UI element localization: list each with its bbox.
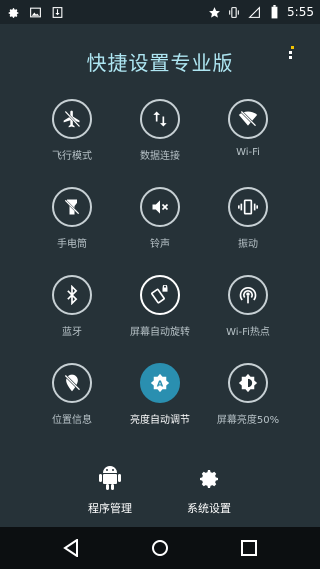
tile-label: 屏幕亮度50% bbox=[216, 415, 280, 426]
volume-off-icon[interactable] bbox=[140, 187, 180, 227]
tile-label: 屏幕自动旋转 bbox=[130, 327, 190, 338]
download-icon bbox=[50, 5, 64, 19]
tile-label: 亮度自动调节 bbox=[130, 415, 190, 426]
tile-label: 蓝牙 bbox=[62, 327, 82, 338]
data-arrows-icon[interactable] bbox=[140, 99, 180, 139]
tile-flashlight[interactable]: 手电筒 bbox=[32, 187, 112, 250]
tile-bluetooth[interactable]: 蓝牙 bbox=[32, 275, 112, 338]
tile-label: 数据连接 bbox=[140, 151, 180, 162]
image-icon bbox=[28, 5, 42, 19]
vibrate-icon bbox=[227, 5, 241, 19]
signal-icon bbox=[247, 5, 261, 19]
bluetooth-icon[interactable] bbox=[52, 275, 92, 315]
app-manager-button[interactable]: 程序管理 bbox=[70, 464, 150, 516]
svg-text:A: A bbox=[157, 378, 164, 388]
overflow-menu-icon[interactable] bbox=[286, 45, 296, 61]
screen-rotation-icon[interactable] bbox=[140, 275, 180, 315]
settings-gear-icon bbox=[195, 464, 223, 492]
tile-label: 位置信息 bbox=[52, 415, 92, 426]
flashlight-off-icon[interactable] bbox=[52, 187, 92, 227]
tile-label: 铃声 bbox=[150, 239, 170, 250]
app-manager-label: 程序管理 bbox=[88, 502, 132, 515]
gear-icon bbox=[6, 5, 20, 19]
airplane-off-icon[interactable] bbox=[52, 99, 92, 139]
status-time: 5:55 bbox=[287, 5, 314, 19]
tile-label: Wi-Fi热点 bbox=[226, 327, 270, 338]
tile-ringtone[interactable]: 铃声 bbox=[120, 187, 200, 250]
star-icon bbox=[207, 5, 221, 19]
wifi-off-icon[interactable] bbox=[228, 99, 268, 139]
navigation-bar bbox=[0, 527, 320, 569]
vibrate-icon[interactable] bbox=[228, 187, 268, 227]
android-icon bbox=[96, 464, 124, 492]
page-title: 快捷设置专业版 bbox=[86, 51, 234, 75]
brightness-half-icon[interactable] bbox=[228, 363, 268, 403]
tile-data-connection[interactable]: 数据连接 bbox=[120, 99, 200, 162]
location-off-icon[interactable] bbox=[52, 363, 92, 403]
tile-screen-brightness[interactable]: 屏幕亮度50% bbox=[208, 363, 288, 426]
home-button[interactable] bbox=[149, 537, 171, 559]
brightness-auto-icon[interactable]: A bbox=[140, 363, 180, 403]
tile-label: 手电筒 bbox=[57, 239, 87, 250]
tile-wifi-hotspot[interactable]: Wi-Fi热点 bbox=[208, 275, 288, 338]
tile-airplane-mode[interactable]: 飞行模式 bbox=[32, 99, 112, 162]
system-settings-button[interactable]: 系统设置 bbox=[169, 464, 249, 516]
system-settings-label: 系统设置 bbox=[187, 502, 231, 515]
status-bar: 5:55 bbox=[0, 0, 320, 24]
back-button[interactable] bbox=[60, 537, 82, 559]
tile-wifi[interactable]: Wi-Fi bbox=[208, 99, 288, 158]
hotspot-icon[interactable] bbox=[228, 275, 268, 315]
tile-auto-rotate[interactable]: 屏幕自动旋转 bbox=[120, 275, 200, 338]
tile-label: 飞行模式 bbox=[52, 151, 92, 162]
tile-location[interactable]: 位置信息 bbox=[32, 363, 112, 426]
tile-auto-brightness[interactable]: A 亮度自动调节 bbox=[120, 363, 200, 426]
tile-label: 振动 bbox=[238, 239, 258, 250]
tile-label: Wi-Fi bbox=[236, 147, 260, 158]
battery-icon bbox=[267, 5, 281, 19]
recents-button[interactable] bbox=[238, 537, 260, 559]
tile-vibrate[interactable]: 振动 bbox=[208, 187, 288, 250]
